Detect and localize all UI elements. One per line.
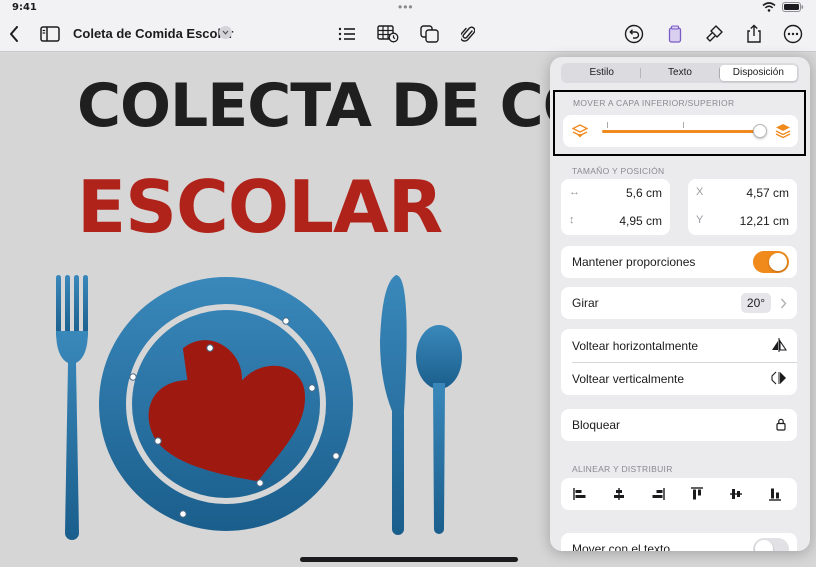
- layer-section-label: MOVER A CAPA INFERIOR/SUPERIOR: [573, 98, 735, 108]
- battery-icon: [782, 2, 804, 12]
- y-field[interactable]: Y 12,21 cm: [688, 207, 797, 235]
- rotate-label: Girar: [572, 296, 599, 310]
- width-value[interactable]: 5,6 cm: [626, 186, 662, 200]
- move-with-text-label: Mover con el texto: [572, 542, 671, 551]
- tab-texto[interactable]: Texto: [641, 65, 718, 81]
- size-position-label: TAMAÑO Y POSICIÓN: [572, 166, 665, 176]
- table-icon[interactable]: [377, 23, 399, 45]
- move-with-text-toggle[interactable]: [753, 538, 789, 551]
- list-icon[interactable]: [336, 23, 358, 45]
- align-section-label: ALINEAR Y DISTRIBUIR: [572, 464, 673, 474]
- spoon-shape[interactable]: [416, 325, 462, 534]
- rotate-value[interactable]: 20°: [741, 293, 771, 313]
- height-value[interactable]: 4,95 cm: [619, 214, 662, 228]
- bring-front-icon[interactable]: [775, 123, 791, 139]
- headline-line-2[interactable]: ESCOLAR: [77, 165, 443, 249]
- flip-horizontal-icon: [772, 338, 787, 352]
- lock-label: Bloquear: [572, 418, 621, 432]
- knife-shape[interactable]: [380, 275, 407, 535]
- send-back-icon[interactable]: [572, 123, 588, 139]
- share-icon[interactable]: [743, 23, 765, 45]
- tab-estilo[interactable]: Estilo: [563, 65, 640, 81]
- flip-horizontal-row[interactable]: Voltear horizontalmente: [561, 329, 797, 362]
- format-tab-control: Estilo Texto Disposición: [561, 63, 799, 83]
- flip-card: Voltear horizontalmente Voltear vertical…: [561, 329, 797, 395]
- lock-row[interactable]: Bloquear: [561, 409, 797, 441]
- flip-vertical-icon: [771, 371, 786, 385]
- fork-shape[interactable]: [56, 275, 88, 540]
- wifi-icon: [762, 2, 776, 12]
- rotate-row: Girar 20°: [561, 287, 797, 319]
- title-chevron-icon[interactable]: [219, 26, 232, 39]
- flip-vertical-row[interactable]: Voltear verticalmente: [561, 362, 797, 395]
- more-icon[interactable]: [782, 23, 804, 45]
- align-center-icon[interactable]: [612, 487, 626, 501]
- align-card: [561, 478, 797, 510]
- format-popover: Estilo Texto Disposición MOVER A CAPA IN…: [550, 57, 810, 551]
- status-time: 9:41: [12, 2, 37, 13]
- lock-icon: [776, 418, 786, 431]
- layer-slider-knob[interactable]: [753, 124, 767, 138]
- shapes-icon[interactable]: [419, 23, 441, 45]
- sidebar-icon[interactable]: [39, 23, 61, 45]
- position-card: X 4,57 cm Y 12,21 cm: [688, 179, 797, 235]
- format-brush-icon[interactable]: [703, 23, 725, 45]
- x-field[interactable]: X 4,57 cm: [688, 179, 797, 207]
- undo-icon[interactable]: [623, 23, 645, 45]
- document-icon[interactable]: [664, 23, 686, 45]
- layer-slider-track[interactable]: [602, 130, 760, 133]
- width-field[interactable]: ↔ 5,6 cm: [561, 179, 670, 207]
- toolbar: Coleta de Comida Escolar: [0, 16, 816, 52]
- constrain-toggle[interactable]: [753, 251, 789, 273]
- constrain-label: Mantener proporciones: [572, 255, 696, 269]
- y-value[interactable]: 12,21 cm: [740, 214, 789, 228]
- plate-illustration[interactable]: [40, 271, 480, 541]
- status-bar: 9:41 •••: [0, 0, 816, 16]
- multitask-dots[interactable]: •••: [398, 0, 414, 14]
- tab-disposicion[interactable]: Disposición: [719, 65, 797, 81]
- align-left-icon[interactable]: [573, 487, 587, 501]
- align-right-icon[interactable]: [651, 487, 665, 501]
- size-card: ↔ 5,6 cm ↕ 4,95 cm: [561, 179, 670, 235]
- layer-slider-row: [563, 115, 798, 147]
- align-bottom-icon[interactable]: [768, 487, 782, 501]
- attachment-icon[interactable]: [457, 23, 479, 45]
- x-value[interactable]: 4,57 cm: [746, 186, 789, 200]
- home-indicator[interactable]: [300, 557, 518, 562]
- align-top-icon[interactable]: [690, 487, 704, 501]
- constrain-row: Mantener proporciones: [561, 246, 797, 278]
- height-field[interactable]: ↕ 4,95 cm: [561, 207, 670, 235]
- layer-section-highlight: MOVER A CAPA INFERIOR/SUPERIOR: [553, 90, 806, 156]
- chevron-right-icon[interactable]: [780, 298, 787, 309]
- move-with-text-row: Mover con el texto: [561, 533, 797, 551]
- back-icon[interactable]: [3, 23, 25, 45]
- document-title[interactable]: Coleta de Comida Escolar: [73, 26, 233, 41]
- align-middle-icon[interactable]: [729, 487, 743, 501]
